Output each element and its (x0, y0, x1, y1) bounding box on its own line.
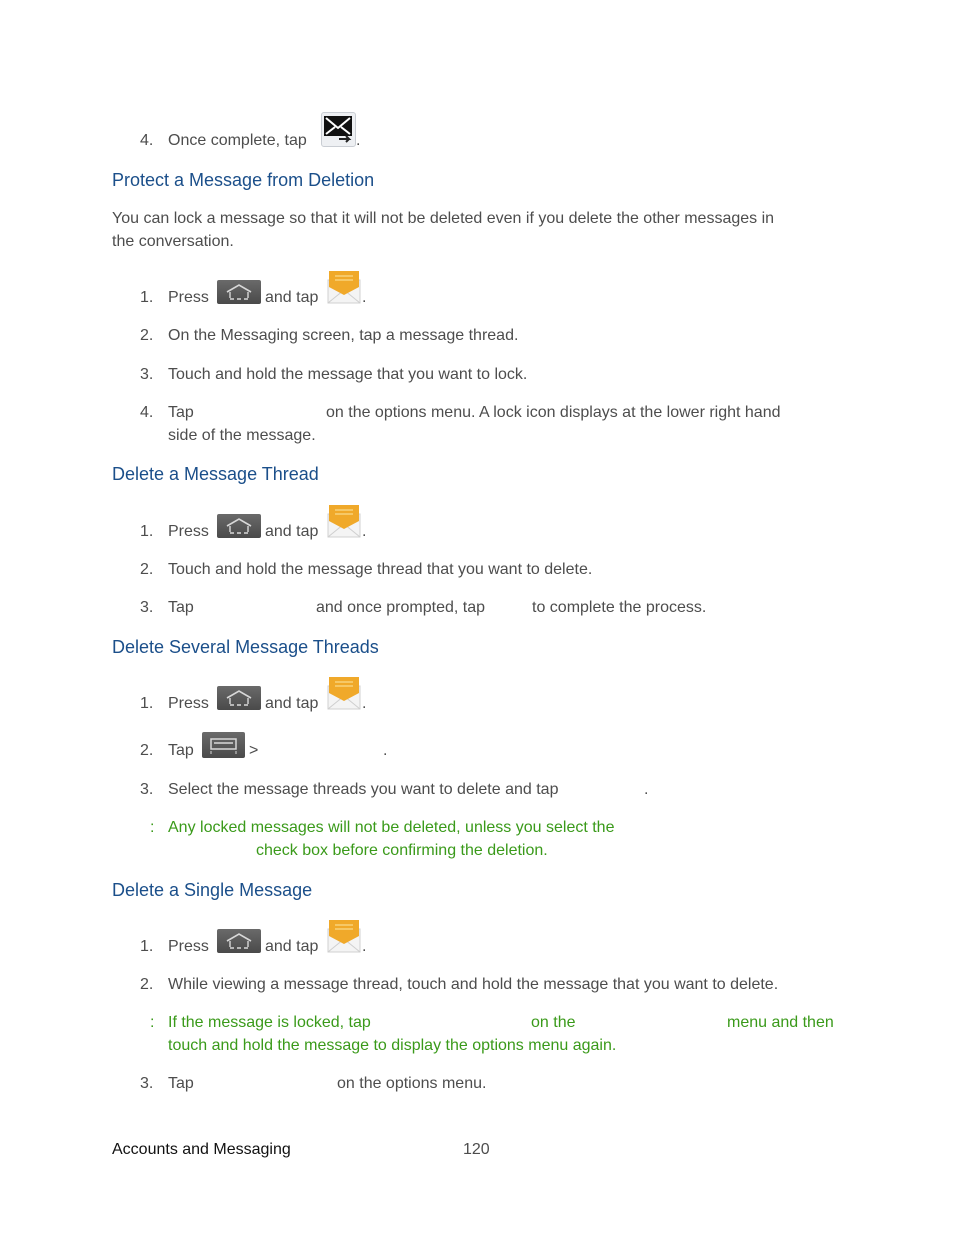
step-text: and tap (265, 695, 319, 712)
note-label: : (150, 819, 155, 836)
step-text: and tap (265, 938, 319, 955)
period: . (362, 938, 367, 955)
messaging-envelope-icon (327, 504, 361, 538)
messaging-envelope-icon (327, 676, 361, 710)
step-text: on the options menu. (337, 1075, 487, 1092)
note-text: on the (531, 1014, 576, 1031)
step-number: 3. (140, 599, 154, 616)
period: . (383, 742, 388, 759)
note-text: touch and hold the message to display th… (168, 1037, 617, 1054)
footer-section: Accounts and Messaging (112, 1141, 291, 1158)
step-text: Touch and hold the message thread that y… (168, 561, 593, 578)
step-text: Tap (168, 1075, 194, 1092)
step-text: to complete the process. (532, 599, 707, 616)
step-text: Touch and hold the message that you want… (168, 366, 528, 383)
paragraph-line: You can lock a message so that it will n… (112, 210, 775, 227)
step-number: 3. (140, 781, 154, 798)
separator: > (249, 742, 259, 759)
step-number: 2. (140, 976, 154, 993)
step-number: 4. (140, 132, 154, 149)
step-text: Tap (168, 742, 194, 759)
step-number: 1. (140, 938, 154, 955)
step-text: Tap (168, 404, 194, 421)
step-number: 1. (140, 695, 154, 712)
period: . (362, 289, 367, 306)
note-text: Any locked messages will not be deleted,… (168, 819, 615, 836)
step-text: While viewing a message thread, touch an… (168, 976, 779, 993)
period: . (362, 695, 367, 712)
note-text: If the message is locked, tap (168, 1014, 371, 1031)
step-text: Press (168, 695, 209, 712)
step-number: 2. (140, 327, 154, 344)
home-key-icon (217, 280, 261, 304)
step-number: 4. (140, 404, 154, 421)
home-key-icon (217, 514, 261, 538)
step-number: 2. (140, 561, 154, 578)
paragraph-line: the conversation. (112, 233, 234, 250)
step-text: and once prompted, tap (316, 599, 486, 616)
page-number: 120 (463, 1141, 490, 1158)
step-number: 1. (140, 289, 154, 306)
period: . (644, 781, 649, 798)
section-heading: Delete a Single Message (112, 880, 313, 900)
messaging-envelope-icon (327, 919, 361, 953)
period: . (362, 523, 367, 540)
step-text: Press (168, 289, 209, 306)
step-number: 3. (140, 366, 154, 383)
note-text: menu and then (727, 1014, 834, 1031)
step-text: Press (168, 938, 209, 955)
step-number: 1. (140, 523, 154, 540)
step-text: On the Messaging screen, tap a message t… (168, 327, 519, 344)
step-text: and tap (265, 289, 319, 306)
step-text: Once complete, tap (168, 132, 307, 149)
menu-key-icon (202, 732, 245, 758)
step-text: and tap (265, 523, 319, 540)
step-text: on the options menu. A lock icon display… (326, 404, 781, 421)
period: . (356, 132, 361, 149)
step-text: Tap (168, 599, 194, 616)
step-number: 3. (140, 1075, 154, 1092)
step-text: Press (168, 523, 209, 540)
send-message-icon (321, 112, 356, 147)
section-heading: Delete Several Message Threads (112, 637, 379, 657)
step-text: side of the message. (168, 427, 316, 444)
note-text: check box before confirming the deletion… (256, 842, 548, 859)
step-number: 2. (140, 742, 154, 759)
home-key-icon (217, 929, 261, 953)
note-label: : (150, 1014, 155, 1031)
section-heading: Protect a Message from Deletion (112, 170, 375, 190)
step-text: Select the message threads you want to d… (168, 781, 559, 798)
section-heading: Delete a Message Thread (112, 464, 319, 484)
messaging-envelope-icon (327, 270, 361, 304)
home-key-icon (217, 686, 261, 710)
